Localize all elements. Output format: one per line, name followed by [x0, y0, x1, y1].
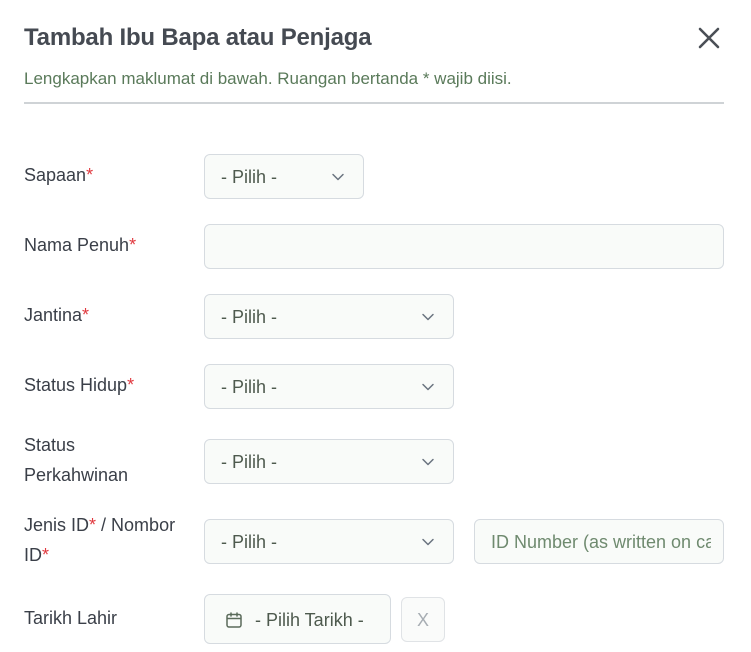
required-mark: *: [82, 305, 90, 325]
chevron-down-icon: [421, 535, 435, 549]
id-number-input[interactable]: ID Number (as written on card): [474, 519, 724, 564]
id-type-select[interactable]: - Pilih -: [204, 519, 454, 564]
living-status-select-value: - Pilih -: [221, 377, 278, 397]
gender-label: Jantina*: [24, 305, 90, 325]
required-mark: *: [89, 515, 97, 535]
dialog-subtitle: Lengkapkan maklumat di bawah. Ruangan be…: [24, 69, 512, 88]
living-status-select[interactable]: - Pilih -: [204, 364, 454, 409]
required-mark: *: [86, 165, 94, 185]
id-type-label: Jenis ID* / Nombor ID*: [24, 515, 176, 565]
close-button[interactable]: [695, 24, 723, 52]
salutation-select-value: - Pilih -: [221, 167, 278, 187]
full-name-label: Nama Penuh*: [24, 235, 137, 255]
marital-status-label: Status Perkahwinan: [24, 435, 129, 485]
birth-date-picker-button[interactable]: - Pilih Tarikh -: [204, 594, 391, 644]
chevron-down-icon: [421, 310, 435, 324]
gender-select[interactable]: - Pilih -: [204, 294, 454, 339]
full-name-input[interactable]: [204, 224, 724, 269]
birth-date-button-label: - Pilih Tarikh -: [255, 610, 364, 630]
required-mark: *: [42, 545, 50, 565]
salutation-label: Sapaan*: [24, 165, 94, 185]
close-icon[interactable]: [695, 24, 723, 52]
calendar-icon: [225, 611, 243, 629]
required-mark: *: [127, 375, 135, 395]
gender-select-value: - Pilih -: [221, 307, 278, 327]
clear-date-button[interactable]: X: [401, 597, 445, 642]
chevron-down-icon: [421, 455, 435, 469]
id-number-placeholder: ID Number (as written on card): [491, 532, 711, 552]
salutation-select[interactable]: - Pilih -: [204, 154, 364, 199]
birth-date-label: Tarikh Lahir: [24, 608, 118, 628]
chevron-down-icon: [331, 170, 345, 184]
id-type-select-value: - Pilih -: [221, 532, 278, 552]
required-mark: *: [129, 235, 137, 255]
chevron-down-icon: [421, 380, 435, 394]
marital-status-select[interactable]: - Pilih -: [204, 439, 454, 484]
dialog-title: Tambah Ibu Bapa atau Penjaga: [24, 24, 372, 51]
living-status-label: Status Hidup*: [24, 375, 135, 395]
marital-status-select-value: - Pilih -: [221, 452, 278, 472]
header-divider: [24, 102, 724, 104]
